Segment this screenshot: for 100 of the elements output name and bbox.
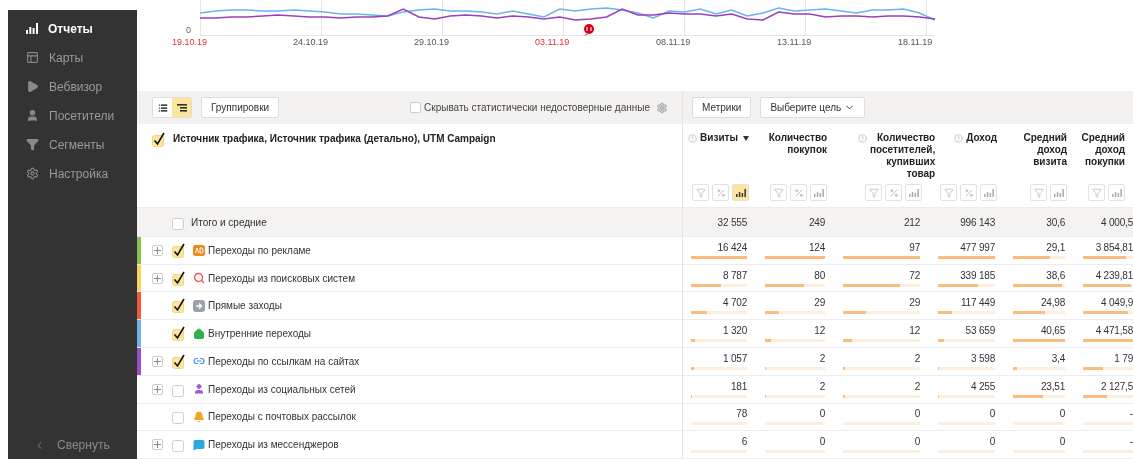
sidebar-item[interactable]: Посетители <box>8 101 137 130</box>
percent-button[interactable] <box>790 184 807 202</box>
ad-icon <box>193 244 205 256</box>
date-label: 29.10.19 <box>414 37 451 47</box>
help-icon[interactable] <box>954 133 964 143</box>
row-label: Переходы из мессенджеров <box>208 439 339 451</box>
table-cell: 4 702 <box>722 297 747 309</box>
help-icon[interactable] <box>858 133 867 143</box>
checkbox[interactable] <box>172 326 187 342</box>
list-icon <box>157 102 168 113</box>
chat-icon <box>193 438 205 451</box>
table-cell: 4 000,5 <box>1101 216 1133 228</box>
groupings-button[interactable]: Группировки <box>201 97 280 119</box>
settings-icon <box>26 167 39 180</box>
table-cell: 996 143 <box>960 216 995 228</box>
percent-icon <box>715 187 726 198</box>
checkbox[interactable] <box>172 437 187 453</box>
settings-icon[interactable] <box>656 101 668 114</box>
bar-track <box>938 422 995 426</box>
table-cell: 0 <box>914 436 920 448</box>
filter-button[interactable] <box>1088 184 1105 202</box>
column-header[interactable]: Количество посетителей, купивших товар <box>870 131 936 180</box>
expand-button[interactable] <box>152 439 163 451</box>
column-header[interactable]: Средний доход визита <box>1009 131 1067 168</box>
column-header[interactable]: Доход <box>966 131 997 144</box>
arrow-icon <box>193 299 205 312</box>
date-label: 08.11.19 <box>656 37 692 47</box>
table-cell: 97 <box>909 241 920 253</box>
table-cell: - <box>1129 408 1133 420</box>
filter-button[interactable] <box>692 184 709 202</box>
hide-unreliable-checkbox[interactable]: Скрывать статистически недостоверные данные <box>410 102 650 114</box>
table-cell: 3,4 <box>1051 352 1065 364</box>
checkbox[interactable] <box>172 242 187 258</box>
filter-icon <box>695 187 706 198</box>
percent-button[interactable] <box>885 184 902 202</box>
percent-button[interactable] <box>960 184 977 202</box>
plus-icon <box>154 441 161 449</box>
checkbox[interactable] <box>152 131 167 147</box>
table-cell: - <box>1129 436 1133 448</box>
home-icon <box>193 327 205 340</box>
plus-icon <box>154 357 161 365</box>
checkbox[interactable] <box>172 270 187 286</box>
person-icon <box>26 109 39 122</box>
bar-track <box>938 450 995 454</box>
filter-button[interactable] <box>770 184 787 202</box>
sidebar-item[interactable]: Карты <box>8 43 137 72</box>
row-label: Переходы из поисковых систем <box>208 272 355 284</box>
marker-icon[interactable] <box>584 24 594 36</box>
table-cell: 117 449 <box>961 297 995 309</box>
person-icon <box>193 383 205 396</box>
table-cell: 2 <box>914 380 920 392</box>
bar-track <box>765 450 825 454</box>
table-cell: 38,6 <box>1046 269 1065 281</box>
filter-button[interactable] <box>940 184 957 202</box>
goal-dropdown[interactable]: Выберите цель <box>760 97 866 119</box>
expand-button[interactable] <box>152 355 163 367</box>
sidebar-item[interactable]: Настройка <box>8 159 137 188</box>
search-icon <box>193 272 205 285</box>
filter-icon <box>773 187 784 198</box>
table-cell: 80 <box>814 269 825 281</box>
table-cell: 29 <box>909 297 920 309</box>
expand-button[interactable] <box>152 272 163 284</box>
table-cell: 4 049,9 <box>1101 297 1133 309</box>
tree-view-button[interactable] <box>172 98 191 118</box>
table-cell: 1 79 <box>1114 352 1133 364</box>
sidebar-item[interactable]: Вебвизор <box>8 72 137 101</box>
table-cell: 72 <box>909 269 920 281</box>
table-cell: 12 <box>814 325 825 337</box>
bar-track <box>691 422 747 426</box>
metrics-button[interactable]: Метрики <box>692 97 752 119</box>
column-header[interactable]: Средний доход покупки <box>1079 131 1125 168</box>
expand-button[interactable] <box>152 383 163 395</box>
expand-button[interactable] <box>152 244 163 256</box>
date-label: 18.11.19 <box>898 37 934 47</box>
table-cell: 2 <box>819 380 825 392</box>
help-icon[interactable] <box>688 133 698 143</box>
sidebar-item[interactable]: Сегменты <box>8 130 137 159</box>
checkbox[interactable] <box>172 409 187 425</box>
bars-button[interactable] <box>732 184 749 202</box>
table-cell: 3 598 <box>970 352 995 364</box>
column-header[interactable]: Визиты <box>700 131 738 144</box>
table-cell: 78 <box>736 408 747 420</box>
table-cell: 212 <box>903 216 920 228</box>
collapse-link[interactable]: Свернуть <box>8 437 137 453</box>
sidebar-item[interactable]: Отчеты <box>8 14 137 43</box>
bar-track <box>765 422 825 426</box>
checkbox[interactable] <box>172 353 187 369</box>
table-cell: 53 659 <box>965 325 995 337</box>
table-cell: 8 787 <box>722 269 747 281</box>
checkbox[interactable] <box>172 298 187 314</box>
column-header[interactable]: Количество покупок <box>763 131 827 156</box>
date-label: 19.10.19 <box>172 37 209 47</box>
table-cell: 0 <box>1059 436 1065 448</box>
plus-icon <box>154 274 161 282</box>
table-cell: 0 <box>914 408 920 420</box>
table-cell: 4 255 <box>970 380 995 392</box>
filter-button[interactable] <box>1030 184 1047 202</box>
bar-track <box>691 450 747 454</box>
bar-track <box>1013 422 1065 426</box>
filter-button[interactable] <box>865 184 882 202</box>
